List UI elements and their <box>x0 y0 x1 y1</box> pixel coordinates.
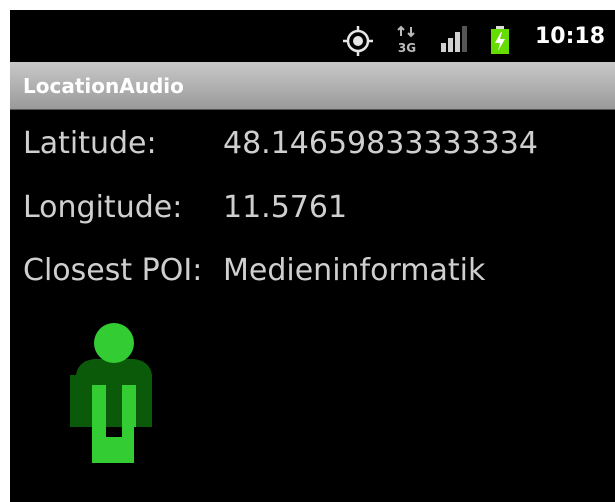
person-icon <box>70 323 152 463</box>
gps-icon <box>343 26 373 56</box>
signal-icon <box>441 26 467 52</box>
latitude-value: 48.14659833333334 <box>223 126 538 161</box>
network-3g-icon: 3G <box>397 25 416 55</box>
title-bar: LocationAudio <box>10 62 615 110</box>
status-time: 10:18 <box>534 24 605 49</box>
app-screen: 3G 10:18 LocationAudio Latitude: 48.1465… <box>10 10 615 502</box>
app-title: LocationAudio <box>23 74 184 98</box>
latitude-label: Latitude: <box>23 126 157 161</box>
longitude-label: Longitude: <box>23 190 183 225</box>
closest-poi-value: Medieninformatik <box>223 253 486 288</box>
longitude-value: 11.5761 <box>223 190 348 225</box>
battery-charging-icon <box>491 26 509 54</box>
closest-poi-label: Closest POI: <box>23 253 203 288</box>
svg-text:3G: 3G <box>398 41 416 55</box>
status-bar: 3G 10:18 <box>10 10 615 62</box>
